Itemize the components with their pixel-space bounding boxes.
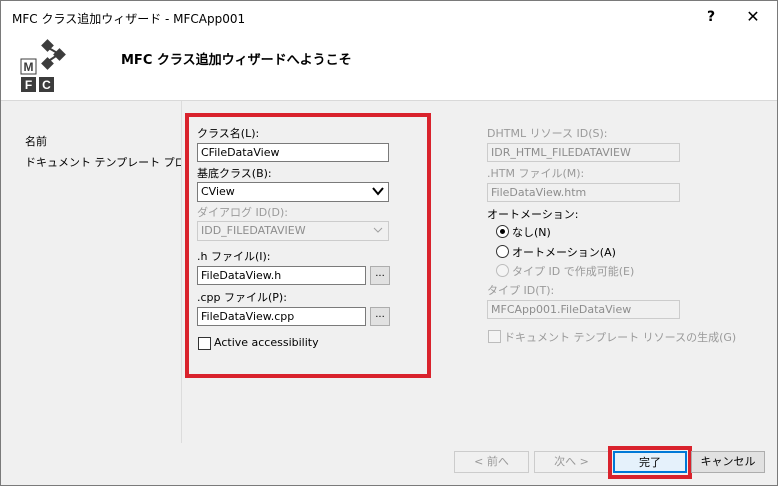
dialog-id-select: IDD_FILEDATAVIEW	[197, 221, 389, 241]
htm-file-label: .HTM ファイル(M):	[487, 167, 585, 180]
cpp-file-label: .cpp ファイル(P):	[197, 291, 287, 304]
radio-automation-none[interactable]	[496, 225, 509, 238]
logo-letter-f: F	[25, 78, 32, 92]
nav-item-doc-template[interactable]: ドキュメント テンプレート プロパティ	[25, 154, 181, 170]
dhtml-resource-label: DHTML リソース ID(S):	[487, 127, 608, 140]
nav-item-name[interactable]: 名前	[25, 133, 47, 149]
wizard-window: MFC クラス追加ウィザード - MFCApp001 ? ✕ M F C MFC…	[0, 0, 778, 486]
wizard-nav: 名前 ドキュメント テンプレート プロパティ	[1, 101, 182, 443]
logo-letter-c: C	[42, 78, 51, 92]
h-file-browse-button[interactable]: ...	[370, 266, 390, 285]
wizard-content: クラス名(L): CFileDataView 基底クラス(B): CView ダ…	[182, 101, 777, 443]
finish-button[interactable]: 完了	[613, 451, 687, 473]
class-name-input[interactable]: CFileDataView	[197, 143, 389, 162]
class-name-label: クラス名(L):	[197, 127, 260, 140]
doc-template-resource-checkbox	[488, 330, 501, 343]
base-class-select[interactable]: CView	[197, 182, 389, 202]
logo-letter-m: M	[24, 60, 34, 74]
window-title: MFC クラス追加ウィザード - MFCApp001	[12, 12, 246, 26]
htm-file-input: FileDataView.htm	[487, 183, 680, 202]
radio-typeid-creatable-label: タイプ ID で作成可能(E)	[512, 265, 635, 278]
close-icon[interactable]: ✕	[743, 7, 763, 27]
cancel-button[interactable]: キャンセル	[691, 451, 765, 473]
radio-automation-label[interactable]: オートメーション(A)	[512, 244, 616, 260]
h-file-label: .h ファイル(I):	[197, 250, 271, 263]
typeid-label: タイプ ID(T):	[487, 284, 555, 297]
chevron-down-icon	[372, 184, 384, 201]
doc-template-resource-label: ドキュメント テンプレート リソースの生成(G)	[504, 331, 737, 344]
radio-automation-none-label[interactable]: なし(N)	[512, 224, 551, 240]
dialog-id-value: IDD_FILEDATAVIEW	[201, 224, 306, 237]
automation-label: オートメーション:	[487, 208, 579, 221]
dhtml-resource-input: IDR_HTML_FILEDATAVIEW	[487, 143, 680, 162]
typeid-input: MFCApp001.FileDataView	[487, 300, 680, 319]
dialog-id-label: ダイアログ ID(D):	[197, 206, 288, 219]
wizard-header: M F C MFC クラス追加ウィザードへようこそ	[1, 33, 777, 101]
chevron-down-icon	[372, 223, 384, 240]
help-icon[interactable]: ?	[701, 7, 721, 27]
title-bar: MFC クラス追加ウィザード - MFCApp001 ? ✕	[1, 1, 777, 33]
radio-typeid-creatable	[496, 264, 509, 277]
base-class-label: 基底クラス(B):	[197, 167, 272, 180]
cpp-file-browse-button[interactable]: ...	[370, 307, 390, 326]
mfc-logo-icon: M F C	[20, 39, 66, 92]
radio-automation[interactable]	[496, 245, 509, 258]
prev-button: < 前へ	[454, 451, 529, 473]
base-class-value: CView	[201, 185, 235, 198]
active-accessibility-label[interactable]: Active accessibility	[214, 336, 319, 349]
cpp-file-input[interactable]: FileDataView.cpp	[197, 307, 366, 326]
h-file-input[interactable]: FileDataView.h	[197, 266, 366, 285]
active-accessibility-checkbox[interactable]	[198, 337, 211, 350]
next-button: 次へ >	[534, 451, 609, 473]
header-title: MFC クラス追加ウィザードへようこそ	[121, 53, 352, 68]
